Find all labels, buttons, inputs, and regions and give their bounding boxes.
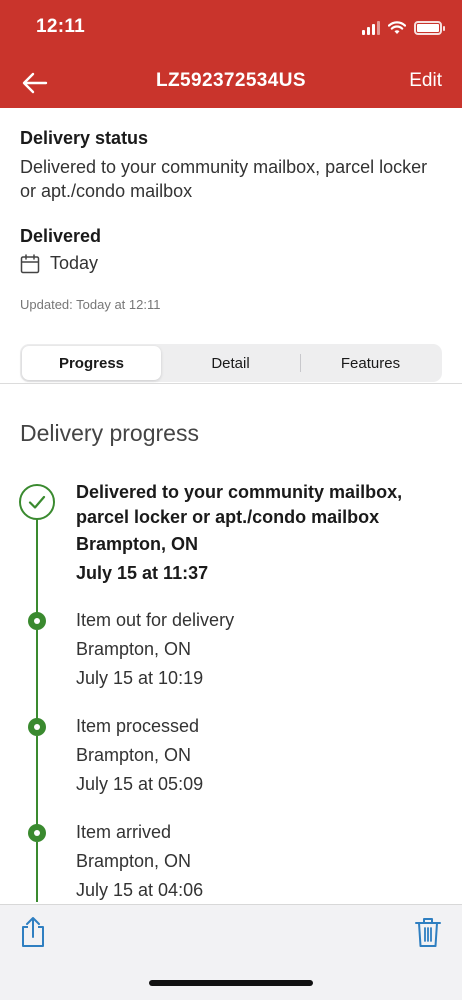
delete-button[interactable] xyxy=(414,915,442,949)
status-icons xyxy=(362,18,445,38)
timeline-connector xyxy=(36,736,38,829)
tab-segmented-control: Progress Detail Features xyxy=(20,344,442,382)
delivery-status-text: Delivered to your community mailbox, par… xyxy=(20,157,428,201)
calendar-icon xyxy=(20,253,40,273)
status-bar: 12:11 xyxy=(0,0,462,56)
cellular-signal-icon xyxy=(362,21,380,35)
delivery-date: Today xyxy=(50,253,99,273)
home-indicator[interactable] xyxy=(149,980,313,986)
timeline-event: Item processed Brampton, ON July 15 at 0… xyxy=(76,712,446,799)
event-description: Item out for delivery xyxy=(76,610,235,630)
delivery-status-heading: Delivery status xyxy=(20,128,149,148)
share-icon xyxy=(22,917,44,947)
tab-detail[interactable]: Detail xyxy=(161,346,300,380)
app-header: 12:11 LZ592372534US Edit xyxy=(0,0,462,108)
timeline-connector xyxy=(36,504,38,617)
event-description: Delivered to your community mailbox, par… xyxy=(76,482,403,527)
dot-icon xyxy=(28,718,46,736)
delivery-status-section: Delivery status Delivered to your commun… xyxy=(20,128,442,203)
tab-progress[interactable]: Progress xyxy=(22,346,161,380)
event-location: Brampton, ON xyxy=(76,745,192,765)
timeline-event: Delivered to your community mailbox, par… xyxy=(76,480,446,588)
timeline-connector xyxy=(36,630,38,723)
dot-icon xyxy=(28,612,46,630)
delivery-progress-title: Delivery progress xyxy=(20,420,199,446)
event-time: July 15 at 05:09 xyxy=(76,774,204,794)
timeline-event: Item out for delivery Brampton, ON July … xyxy=(76,606,446,693)
event-location: Brampton, ON xyxy=(76,534,199,554)
section-divider xyxy=(0,383,462,384)
timeline-event: Item arrived Brampton, ON July 15 at 04:… xyxy=(76,818,446,905)
trash-icon xyxy=(415,918,441,947)
event-description: Item processed xyxy=(76,716,200,736)
event-time: July 15 at 04:06 xyxy=(76,880,204,900)
event-time: July 15 at 11:37 xyxy=(76,563,209,583)
event-time: July 15 at 10:19 xyxy=(76,668,204,688)
event-location: Brampton, ON xyxy=(76,639,192,659)
updated-timestamp: Updated: Today at 12:11 xyxy=(20,297,161,312)
event-location: Brampton, ON xyxy=(76,851,192,871)
timeline-connector xyxy=(36,842,38,902)
tracking-number-title: LZ592372534US xyxy=(156,70,306,91)
delivery-date-row: Today xyxy=(20,253,98,274)
battery-icon xyxy=(414,21,445,35)
event-description: Item arrived xyxy=(76,822,172,842)
delivery-state: Delivered xyxy=(20,226,102,246)
edit-button[interactable]: Edit xyxy=(409,70,442,92)
dot-icon xyxy=(28,824,46,842)
check-circle-icon xyxy=(19,484,55,520)
tab-features[interactable]: Features xyxy=(301,346,440,380)
wifi-icon xyxy=(388,21,406,34)
status-time: 12:11 xyxy=(36,16,86,37)
share-button[interactable] xyxy=(18,915,48,949)
nav-bar: LZ592372534US Edit xyxy=(0,56,462,108)
